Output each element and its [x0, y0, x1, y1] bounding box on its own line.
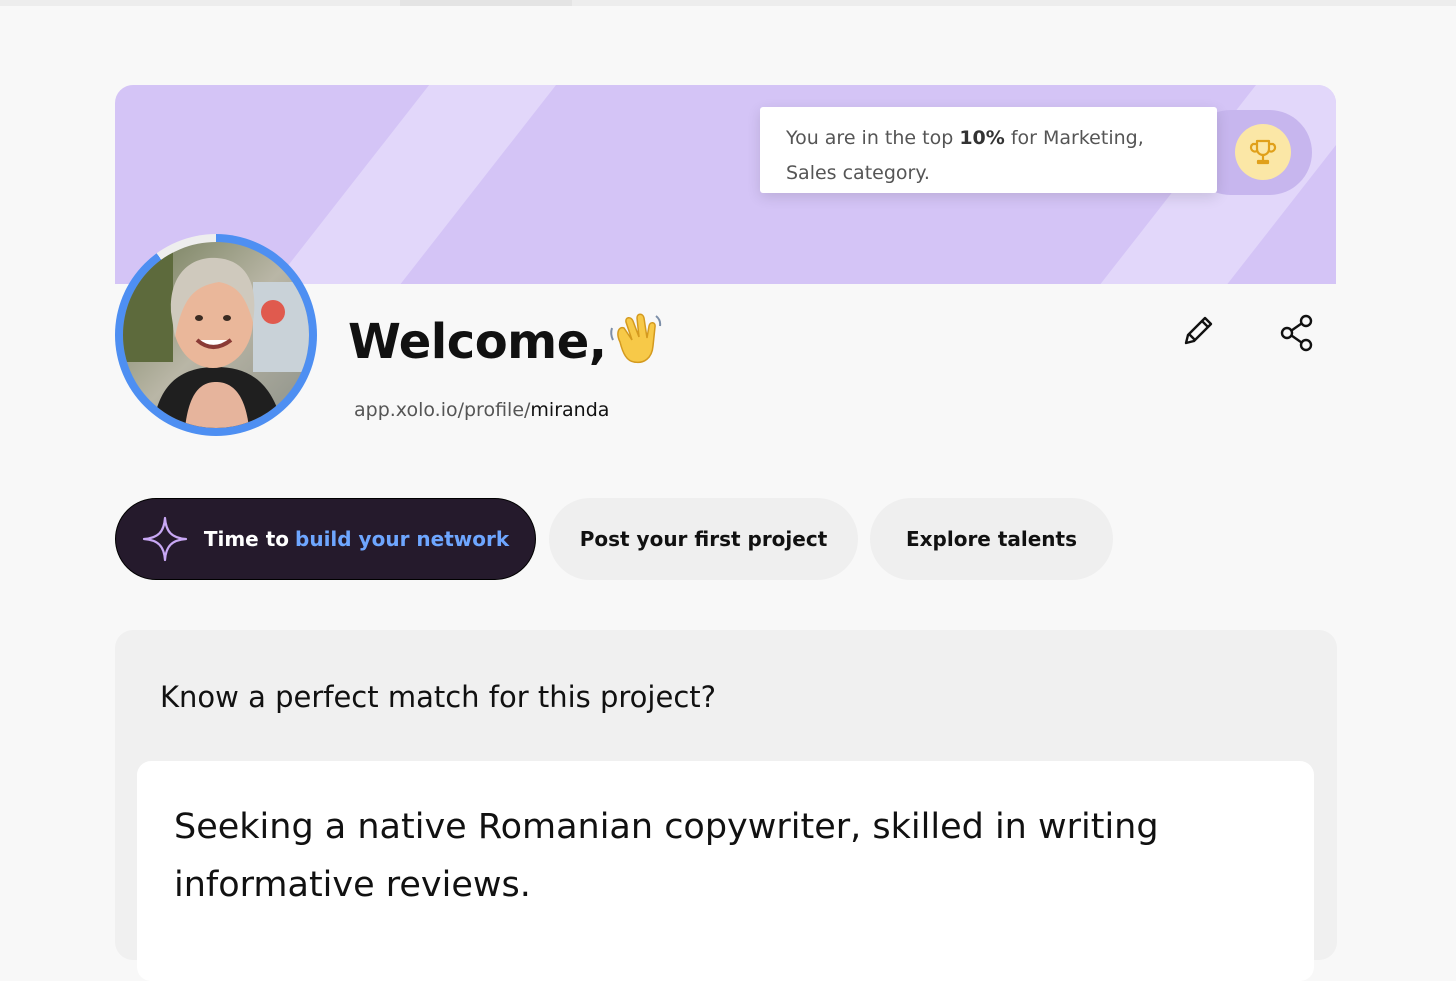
build-network-prefix: Time to — [203, 527, 290, 551]
explore-talents-label: Explore talents — [905, 527, 1078, 551]
build-network-button[interactable]: Time to build your network — [115, 498, 536, 580]
project-description: Seeking a native Romanian copywriter, sk… — [174, 807, 1159, 905]
top-strip — [0, 0, 1456, 6]
post-project-label: Post your first project — [579, 527, 828, 551]
build-network-highlight: build your network — [295, 527, 510, 551]
ranking-line2: Sales category. — [786, 162, 930, 184]
active-tab-indicator — [400, 0, 572, 6]
panel-heading: Know a perfect match for this project? — [160, 680, 717, 714]
welcome-heading: Welcome, — [348, 312, 662, 378]
sparkle-icon — [142, 516, 188, 562]
profile-url[interactable]: app.xolo.io/profile/miranda — [354, 399, 609, 421]
profile-username: miranda — [530, 399, 610, 421]
ranking-line1: You are in the top 10% for Marketing, — [786, 127, 1144, 149]
ranking-tooltip: You are in the top 10% for Marketing, Sa… — [760, 107, 1217, 193]
waving-hand-emoji — [608, 312, 662, 378]
profile-url-base: app.xolo.io/profile/ — [354, 399, 531, 421]
share-profile-button[interactable] — [1275, 313, 1319, 357]
pencil-icon — [1180, 313, 1216, 353]
share-icon — [1278, 313, 1316, 357]
edit-profile-button[interactable] — [1176, 311, 1220, 355]
trophy-icon[interactable] — [1235, 124, 1291, 180]
avatar[interactable] — [123, 242, 309, 428]
explore-talents-button[interactable]: Explore talents — [870, 498, 1113, 580]
profile-completion-ring — [115, 234, 317, 436]
post-project-button[interactable]: Post your first project — [549, 498, 858, 580]
